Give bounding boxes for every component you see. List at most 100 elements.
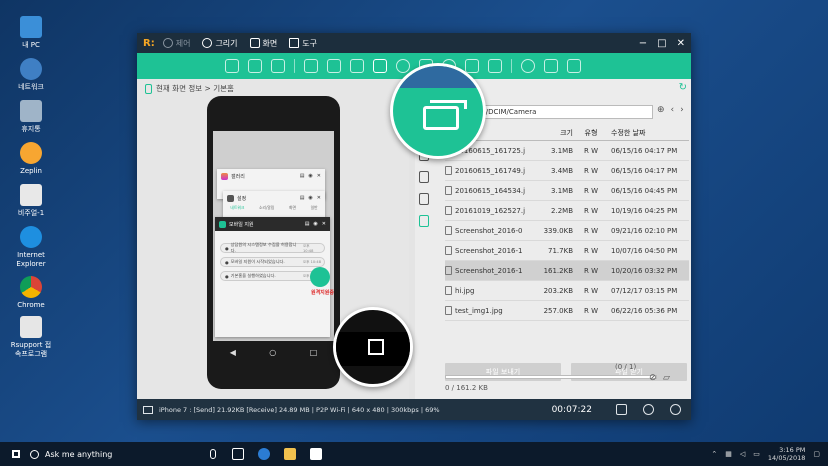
file-name: Screenshot_2016-1 — [455, 246, 523, 255]
checklist-icon[interactable] — [419, 193, 429, 205]
back-icon[interactable] — [350, 59, 364, 73]
document-icon[interactable] — [419, 171, 429, 183]
desktop-icon-my-pc[interactable]: 내 PC — [8, 16, 54, 50]
settings-icon[interactable] — [670, 404, 681, 415]
close-button[interactable]: ✕ — [677, 38, 685, 49]
nav-back-icon[interactable]: ◀ — [230, 348, 236, 357]
table-row[interactable]: 20160615_164534.j 3.1MB R W 06/15/16 04:45 … — [445, 181, 689, 201]
volume-icon[interactable]: ◁ — [740, 450, 745, 458]
minimize-button[interactable]: − — [639, 38, 647, 49]
menu-draw[interactable]: 그리기 — [202, 38, 238, 49]
transfer-progress-bar — [445, 375, 657, 379]
file-explorer-icon[interactable] — [284, 448, 296, 460]
status-bar: iPhone 7 : [Send] 21.92KB [Receive] 24.8… — [137, 399, 691, 420]
screen-lock-icon[interactable] — [567, 59, 581, 73]
gallery-icon — [221, 172, 228, 180]
table-row[interactable]: hi.jpg 203.2KB R W 07/12/17 03:15 PM — [445, 281, 689, 301]
close-card-icon[interactable]: ✕ — [322, 221, 326, 227]
file-size: 339.0KB — [543, 226, 573, 235]
volume-down-icon[interactable] — [248, 59, 262, 73]
new-folder-icon[interactable]: ⊕ — [657, 105, 665, 115]
desktop-icon-internet-explorer[interactable]: Internet Explorer — [8, 226, 54, 269]
file-size: 3.1MB — [551, 186, 573, 195]
table-row[interactable]: 20160615_161725.j 3.1MB R W 06/15/16 04:17 … — [445, 141, 689, 161]
pin-icon[interactable]: ◉ — [308, 195, 312, 201]
cortana-search[interactable]: Ask me anything — [30, 442, 210, 466]
pin-icon[interactable]: ◉ — [313, 221, 317, 227]
file-size: 161.2KB — [543, 266, 573, 275]
screenshot-icon[interactable] — [616, 404, 627, 415]
file-permission: R W — [583, 286, 598, 295]
network-icon[interactable]: ▦ — [725, 450, 732, 458]
rsupport-icon — [20, 316, 42, 338]
split-icon[interactable]: ▤ — [305, 221, 310, 227]
store-icon[interactable] — [310, 448, 322, 460]
desktop-icon-label: Zeplin — [20, 167, 42, 175]
clock[interactable]: 3:16 PM 14/05/2018 — [768, 446, 805, 462]
menu-control[interactable]: 제어 — [162, 38, 190, 49]
column-date[interactable]: 수정한 날짜 — [605, 128, 689, 138]
folder-icon[interactable]: ▱ — [663, 373, 670, 383]
network-icon — [20, 58, 42, 80]
volume-up-icon[interactable] — [271, 59, 285, 73]
table-row[interactable]: Screenshot_2016-0 339.0KB R W 09/21/16 02:1… — [445, 221, 689, 241]
session-timer: 00:07:22 — [551, 404, 592, 415]
split-icon[interactable]: ▤ — [300, 173, 305, 179]
chevron-right-icon[interactable]: › — [680, 105, 684, 115]
desktop-icon-visual[interactable]: 비주얼-1 — [8, 184, 54, 218]
keyboard-icon[interactable]: ▭ — [753, 450, 760, 458]
desktop-icon-zeplin[interactable]: Zeplin — [8, 142, 54, 176]
record-icon[interactable] — [643, 404, 654, 415]
file-size: 257.0KB — [543, 306, 573, 315]
close-card-icon[interactable]: ✕ — [317, 173, 321, 179]
phone-screen[interactable]: 갤러리 ▤ ◉ ✕ 설정 ▤ ◉ ✕ 네트워크 소리/알림 화면 일반 모바일 지원 ▤ ◉ ✕ — [213, 131, 334, 341]
table-row[interactable]: test_img1.jpg 257.0KB R W 06/22/16 05:36 PM — [445, 301, 689, 321]
recent-button-icon — [368, 339, 384, 355]
table-row[interactable]: 20161019_162527.j 2.2MB R W 10/19/16 04:25 … — [445, 201, 689, 221]
column-size[interactable]: 크기 — [535, 128, 577, 138]
windows-start-icon[interactable] — [12, 450, 20, 458]
desktop-icon-chrome[interactable]: Chrome — [8, 276, 54, 310]
file-size: 3.1MB — [551, 146, 573, 155]
maximize-button[interactable]: □ — [657, 38, 666, 49]
file-side-toolbar — [415, 149, 433, 237]
nav-recent-icon[interactable]: □ — [310, 348, 318, 357]
refresh-icon[interactable]: ↻ — [679, 82, 687, 93]
microphone-icon[interactable] — [210, 449, 216, 459]
desktop-icon-recycle-bin[interactable]: 휴지통 — [8, 100, 54, 134]
file-name: Screenshot_2016-1 — [455, 266, 523, 275]
column-type[interactable]: 유형 — [577, 128, 605, 138]
split-icon[interactable]: ▤ — [300, 195, 305, 201]
edge-icon[interactable] — [258, 448, 270, 460]
eraser-icon[interactable] — [488, 59, 502, 73]
apps-grid-icon[interactable] — [327, 59, 341, 73]
close-card-icon[interactable]: ✕ — [317, 195, 321, 201]
image-file-icon — [445, 286, 452, 295]
table-row[interactable]: Screenshot_2016-1 161.2KB R W 10/20/16 03:3… — [445, 261, 689, 281]
cancel-transfer-icon[interactable]: ⊘ — [649, 373, 657, 383]
check-icon: ● — [225, 259, 229, 265]
notifications-icon[interactable]: ▢ — [813, 450, 820, 458]
tray-overflow-icon[interactable]: ⌃ — [711, 450, 717, 458]
task-view-icon[interactable] — [232, 448, 244, 460]
phone-icon[interactable] — [544, 59, 558, 73]
rotate-icon[interactable] — [521, 59, 535, 73]
table-row[interactable]: 20160615_161749.j 3.4MB R W 06/15/16 04:17 … — [445, 161, 689, 181]
mute-icon[interactable] — [225, 59, 239, 73]
recent-apps-icon[interactable] — [373, 59, 387, 73]
table-row[interactable]: Screenshot_2016-1 71.7KB R W 10/07/16 04:50… — [445, 241, 689, 261]
home-icon[interactable] — [304, 59, 318, 73]
chevron-left-icon[interactable]: ‹ — [671, 105, 675, 115]
recent-apps-icon — [423, 100, 467, 130]
nav-home-icon[interactable]: ○ — [269, 348, 276, 357]
taskbar: Ask me anything ⌃ ▦ ◁ ▭ 3:16 PM 14/05/20… — [0, 442, 828, 466]
internet-explorer-icon — [20, 226, 42, 248]
menu-screen[interactable]: 화면 — [249, 38, 277, 49]
desktop-icon-network[interactable]: 네트워크 — [8, 58, 54, 92]
check-icon: ● — [225, 273, 229, 279]
pin-icon[interactable]: ◉ — [308, 173, 312, 179]
file-transfer-icon[interactable] — [419, 215, 429, 227]
menu-tools[interactable]: 도구 — [289, 38, 317, 49]
remote-support-fab[interactable] — [310, 267, 330, 287]
desktop-icon-rsupport[interactable]: Rsupport 접속프로그램 — [8, 316, 54, 359]
